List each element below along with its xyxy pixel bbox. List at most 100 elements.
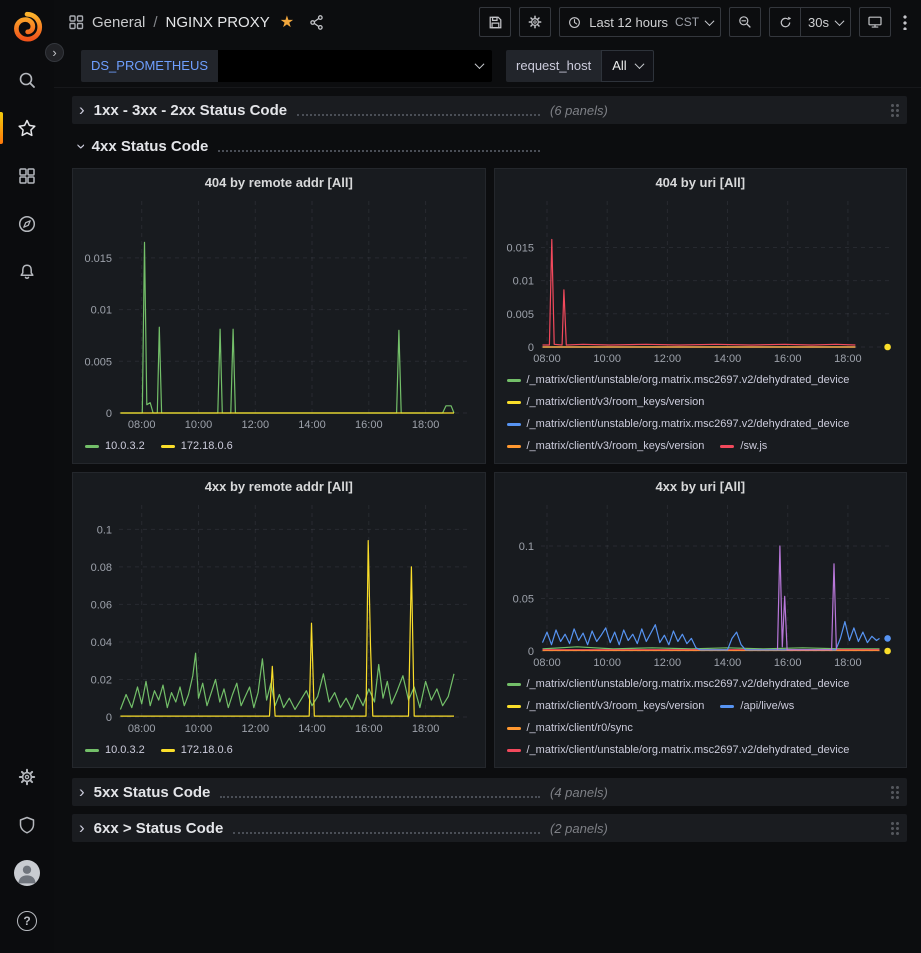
chart-svg[interactable]: 08:0010:0012:0014:0016:0018:0000.0050.01… bbox=[73, 195, 485, 433]
legend-item[interactable]: /_matrix/client/v3/room_keys/version bbox=[507, 435, 705, 457]
monitor-icon bbox=[867, 14, 883, 30]
legend-item[interactable]: /api/live/ws bbox=[720, 695, 794, 717]
svg-text:12:00: 12:00 bbox=[653, 657, 681, 669]
panel-title[interactable]: 4xx by remote addr [All] bbox=[73, 473, 485, 499]
sidebar-item-search[interactable] bbox=[0, 56, 54, 104]
sidebar-item-dashboards[interactable] bbox=[0, 152, 54, 200]
legend-series-label: 172.18.0.6 bbox=[181, 440, 233, 452]
datasource-variable-label[interactable]: DS_PROMETHEUS bbox=[81, 50, 218, 82]
avatar bbox=[14, 860, 40, 886]
legend-item[interactable]: /_matrix/client/unstable/org.matrix.msc2… bbox=[507, 739, 850, 761]
panel-chart[interactable]: 08:0010:0012:0014:0016:0018:0000.020.040… bbox=[73, 499, 485, 737]
svg-text:16:00: 16:00 bbox=[773, 353, 801, 365]
legend-item[interactable]: 172.18.0.6 bbox=[161, 435, 233, 457]
time-range-picker[interactable]: Last 12 hours CST bbox=[559, 7, 721, 37]
favorite-star-icon[interactable]: ★ bbox=[280, 12, 294, 32]
panel-title[interactable]: 404 by uri [All] bbox=[495, 169, 907, 195]
dashboards-icon bbox=[17, 166, 37, 186]
chart-svg[interactable]: 08:0010:0012:0014:0016:0018:0000.0050.01… bbox=[495, 195, 907, 367]
cycle-view-button[interactable] bbox=[859, 7, 891, 37]
legend-item[interactable]: /_matrix/client/v3/room_keys/version bbox=[507, 391, 705, 413]
legend-item[interactable]: /_matrix/client/r0/sync bbox=[507, 717, 633, 739]
sidebar-item-explore[interactable] bbox=[0, 200, 54, 248]
chevron-right-icon: › bbox=[79, 783, 85, 800]
refresh-interval-dropdown[interactable]: 30s bbox=[800, 7, 851, 37]
sidebar-item-help[interactable]: ? bbox=[0, 897, 54, 945]
compass-icon bbox=[17, 214, 37, 234]
request-host-variable-value[interactable]: All bbox=[601, 50, 653, 82]
page-title[interactable]: NGINX PROXY bbox=[166, 14, 270, 31]
legend-item[interactable]: /_matrix/client/unstable/org.matrix.msc2… bbox=[507, 673, 850, 695]
row-title: 1xx - 3xx - 2xx Status Code bbox=[94, 102, 287, 119]
panel-legend: 10.0.3.2 172.18.0.6 bbox=[73, 737, 485, 767]
request-host-variable-label[interactable]: request_host bbox=[506, 50, 601, 82]
sidebar-item-starred[interactable] bbox=[0, 104, 54, 152]
legend-series-label: /_matrix/client/unstable/org.matrix.msc2… bbox=[527, 418, 850, 430]
legend-series-marker bbox=[161, 749, 175, 752]
svg-text:0: 0 bbox=[527, 646, 533, 658]
save-dashboard-button[interactable] bbox=[479, 7, 511, 37]
row-6xx[interactable]: › 6xx > Status Code (2 panels) bbox=[72, 814, 907, 842]
apps-grid-icon[interactable] bbox=[68, 14, 84, 30]
svg-text:16:00: 16:00 bbox=[355, 723, 383, 735]
svg-text:0.1: 0.1 bbox=[518, 541, 533, 553]
panel-legend: /_matrix/client/unstable/org.matrix.msc2… bbox=[495, 367, 907, 463]
refresh-button[interactable] bbox=[769, 7, 801, 37]
row-5xx[interactable]: › 5xx Status Code (4 panels) bbox=[72, 778, 907, 806]
row-panel-count: (4 panels) bbox=[550, 785, 608, 800]
row-leader-dots bbox=[233, 822, 540, 834]
legend-item[interactable]: /_matrix/client/unstable/org.matrix.msc2… bbox=[507, 413, 850, 435]
clock-icon bbox=[567, 15, 582, 30]
legend-item[interactable]: /_matrix/client/unstable/org.matrix.msc2… bbox=[507, 369, 850, 391]
grafana-logo[interactable] bbox=[10, 10, 44, 44]
legend-item[interactable]: 10.0.3.2 bbox=[85, 739, 145, 761]
legend-series-label: /api/live/ws bbox=[740, 700, 794, 712]
panel-chart[interactable]: 08:0010:0012:0014:0016:0018:0000.0050.01… bbox=[495, 195, 907, 367]
panel-404-by-uri: 404 by uri [All] 08:0010:0012:0014:0016:… bbox=[494, 168, 908, 464]
legend-item[interactable]: /_matrix/client/v3/room_keys/version bbox=[507, 695, 705, 717]
panel-title[interactable]: 4xx by uri [All] bbox=[495, 473, 907, 499]
sidebar-item-profile[interactable] bbox=[0, 849, 54, 897]
svg-text:14:00: 14:00 bbox=[298, 723, 326, 735]
legend-item[interactable]: 172.18.0.6 bbox=[161, 739, 233, 761]
row-drag-handle[interactable] bbox=[890, 821, 899, 836]
expand-menu-button[interactable]: › bbox=[45, 43, 64, 62]
legend-series-label: /_matrix/client/v3/room_keys/version bbox=[527, 700, 705, 712]
panel-title[interactable]: 404 by remote addr [All] bbox=[73, 169, 485, 195]
row-drag-handle[interactable] bbox=[890, 785, 899, 800]
dashboard-settings-button[interactable] bbox=[519, 7, 551, 37]
legend-series-label: /_matrix/client/unstable/org.matrix.msc2… bbox=[527, 678, 850, 690]
chevron-right-icon: › bbox=[79, 101, 85, 118]
chart-svg[interactable]: 08:0010:0012:0014:0016:0018:0000.020.040… bbox=[73, 499, 485, 737]
sidebar-item-configuration[interactable] bbox=[0, 753, 54, 801]
svg-text:10:00: 10:00 bbox=[593, 353, 621, 365]
breadcrumb-section[interactable]: General bbox=[92, 14, 145, 31]
chart-svg[interactable]: 08:0010:0012:0014:0016:0018:0000.050.1 bbox=[495, 499, 907, 671]
legend-series-marker bbox=[161, 445, 175, 448]
panel-chart[interactable]: 08:0010:0012:0014:0016:0018:0000.0050.01… bbox=[73, 195, 485, 433]
panel-chart[interactable]: 08:0010:0012:0014:0016:0018:0000.050.1 bbox=[495, 499, 907, 671]
panel-4xx-by-uri: 4xx by uri [All] 08:0010:0012:0014:0016:… bbox=[494, 472, 908, 768]
svg-text:16:00: 16:00 bbox=[773, 657, 801, 669]
legend-series-label: 10.0.3.2 bbox=[105, 440, 145, 452]
legend-series-marker bbox=[720, 705, 734, 708]
svg-text:0.01: 0.01 bbox=[91, 305, 112, 317]
sidebar-item-server-admin[interactable] bbox=[0, 801, 54, 849]
datasource-variable-value[interactable] bbox=[218, 50, 492, 82]
kebab-menu-icon[interactable] bbox=[903, 14, 907, 30]
row-1xx-3xx-2xx[interactable]: › 1xx - 3xx - 2xx Status Code (6 panels) bbox=[72, 96, 907, 124]
chevron-down-icon bbox=[835, 16, 845, 26]
refresh-icon bbox=[778, 15, 793, 30]
panel-legend: /_matrix/client/unstable/org.matrix.msc2… bbox=[495, 671, 907, 767]
legend-item[interactable]: /sw.js bbox=[720, 435, 767, 457]
legend-item[interactable]: 10.0.3.2 bbox=[85, 435, 145, 457]
svg-text:0: 0 bbox=[106, 408, 112, 420]
legend-series-marker bbox=[507, 683, 521, 686]
svg-text:12:00: 12:00 bbox=[242, 419, 270, 431]
row-drag-handle[interactable] bbox=[890, 103, 899, 118]
share-button[interactable] bbox=[308, 14, 325, 31]
gear-icon bbox=[527, 14, 543, 30]
row-4xx[interactable]: › 4xx Status Code bbox=[72, 132, 907, 160]
sidebar-item-alerting[interactable] bbox=[0, 248, 54, 296]
zoom-out-time-button[interactable] bbox=[729, 7, 761, 37]
